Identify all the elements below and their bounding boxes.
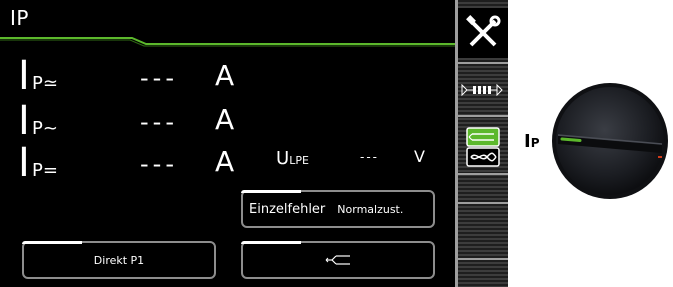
probe-connection-icon: [325, 255, 350, 265]
tools-softkey[interactable]: [458, 8, 508, 58]
ip-ac-dc-subscript: P≃: [32, 73, 58, 94]
sidebar-divider: [458, 62, 508, 64]
ip-dc-readout: I P=: [18, 140, 58, 186]
tools-icon: [466, 15, 501, 47]
single-fault-label: Einzelfehler: [249, 201, 326, 217]
ip-ac-dc-value: ---: [140, 64, 178, 92]
probe-mode-softkey[interactable]: [458, 125, 508, 169]
ip-ac-unit: A: [215, 103, 235, 136]
sidebar-divider: [458, 202, 508, 204]
ip-ac-subscript: P~: [32, 118, 58, 139]
ip-ac-dc-symbol: I: [18, 53, 30, 99]
page-title: IP: [10, 6, 29, 30]
ip-dc-value: ---: [140, 150, 178, 178]
ip-ac-dc-unit: A: [215, 59, 235, 92]
ip-ac-dc-readout: I P≃: [18, 53, 58, 99]
sidebar-divider: [458, 173, 508, 175]
ip-ac-symbol: I: [18, 98, 30, 144]
ip-dc-symbol: I: [18, 140, 30, 186]
ulpe-label: ULPE: [276, 148, 309, 169]
softkey-sidebar: [455, 0, 508, 287]
single-fault-button[interactable]: Einzelfehler Normalzust.: [241, 190, 435, 228]
ip-dc-subscript: P=: [32, 160, 58, 181]
knob-label-main: I: [524, 131, 531, 152]
knob-label-sub: P: [530, 136, 540, 150]
probe-connection-button[interactable]: [241, 241, 435, 279]
fuse-icon: [461, 84, 503, 96]
sidebar-divider: [458, 115, 508, 117]
knob-position-label: IP: [524, 131, 540, 152]
ip-dc-unit: A: [215, 145, 235, 178]
ip-ac-value: ---: [140, 108, 178, 136]
ulpe-symbol: U: [276, 148, 290, 169]
rotary-selector-knob[interactable]: [550, 81, 670, 201]
sidebar-divider: [458, 258, 508, 260]
title-underline: [0, 37, 455, 47]
measurement-panel: IP I P≃ --- A I P~ --- A I P= --- A ULPE…: [0, 0, 455, 287]
fault-state-label: Normalzust.: [337, 202, 404, 216]
probe-mode-icon: [466, 127, 500, 167]
ulpe-unit: V: [414, 147, 425, 166]
ulpe-value: ---: [360, 150, 379, 164]
direkt-p1-button[interactable]: Direkt P1: [22, 241, 216, 279]
instrument-screen: IP I P≃ --- A I P~ --- A I P= --- A ULPE…: [0, 0, 508, 287]
fuse-softkey[interactable]: [458, 75, 508, 105]
direkt-p1-label: Direkt P1: [93, 253, 145, 267]
ip-ac-readout: I P~: [18, 98, 58, 144]
ulpe-subscript: LPE: [289, 154, 309, 167]
